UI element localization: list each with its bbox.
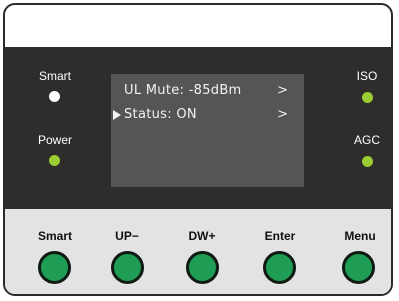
power-led-icon [49, 155, 60, 166]
enter-button-label: Enter [264, 229, 296, 243]
selection-cursor-icon [113, 110, 121, 120]
power-indicator-label: Power [37, 133, 72, 147]
smart-button-label: Smart [37, 229, 72, 243]
agc-indicator-label: AGC [353, 133, 380, 147]
iso-indicator-label: ISO [356, 69, 378, 83]
enter-button[interactable] [263, 251, 296, 284]
menu-button[interactable] [342, 251, 375, 284]
menu-line-ul-mute[interactable]: UL Mute: -85dBm > [111, 83, 304, 101]
down-button[interactable] [186, 251, 219, 284]
status-text: Status: ON [124, 107, 197, 122]
chevron-right-icon: > [277, 83, 288, 98]
ul-mute-text: UL Mute: -85dBm [124, 83, 242, 98]
up-button[interactable] [111, 251, 144, 284]
iso-led-icon [362, 92, 373, 103]
agc-led-icon [362, 156, 373, 167]
control-device: Smart Power ISO AGC UL Mute: -85dBm > St… [3, 3, 393, 296]
up-button-label: UP− [115, 229, 139, 243]
chevron-right-icon: > [277, 107, 288, 122]
down-button-label: DW+ [188, 229, 216, 243]
lcd-screen: UL Mute: -85dBm > Status: ON > [111, 74, 304, 187]
keypad: Smart UP− DW+ Enter Menu [5, 209, 391, 294]
smart-led-icon [49, 91, 60, 102]
menu-line-status[interactable]: Status: ON > [111, 107, 304, 125]
display-panel: Smart Power ISO AGC UL Mute: -85dBm > St… [5, 47, 391, 209]
smart-button[interactable] [38, 251, 71, 284]
menu-button-label: Menu [344, 229, 376, 243]
smart-indicator-label: Smart [38, 69, 71, 83]
